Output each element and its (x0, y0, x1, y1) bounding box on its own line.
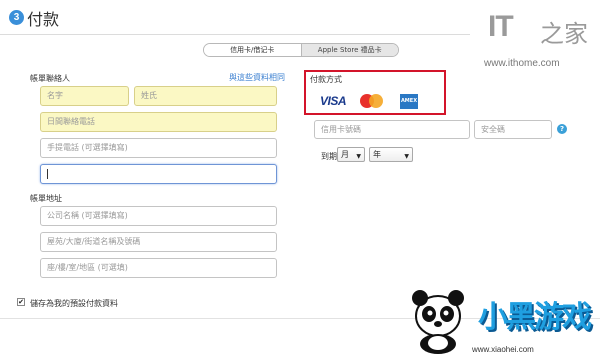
chevron-down-icon: ▼ (356, 153, 361, 160)
ithome-watermark-logo: IT 之家 www.ithome.com (484, 8, 596, 69)
mobile-phone-input[interactable]: 手提電話 (可選擇填寫) (40, 138, 277, 158)
email-input[interactable] (40, 164, 277, 184)
page-title: 付款 (27, 10, 60, 29)
card-number-input[interactable]: 信用卡號碼 (314, 120, 470, 139)
panda-mascot-icon (412, 290, 464, 354)
tab-credit-card[interactable]: 信用卡/借记卡 (204, 44, 301, 56)
save-default-checkbox[interactable]: ✔ (17, 298, 25, 306)
expiry-year-value: 年 (373, 150, 381, 159)
security-code-input[interactable]: 安全碼 (474, 120, 552, 139)
step-number-badge: 3 (9, 10, 24, 25)
xiaohei-watermark: 小黑游戏 www.xiaohei.com (400, 288, 600, 357)
expiry-label: 到期 (321, 152, 337, 161)
ithome-logo-zh: 之家 (540, 20, 588, 48)
ithome-url: www.ithome.com (484, 58, 560, 69)
company-input[interactable]: 公司名稱 (可選擇填寫) (40, 206, 277, 226)
xiaohei-url: www.xiaohei.com (472, 345, 534, 354)
title-divider (0, 34, 470, 35)
expiry-month-select[interactable]: 月 ▼ (337, 147, 365, 162)
text-caret (47, 168, 48, 179)
tab-gift-card[interactable]: Apple Store 禮品卡 (300, 44, 398, 56)
payment-method-label: 付款方式 (310, 75, 342, 84)
ithome-logo-it: IT (488, 10, 514, 43)
amex-icon[interactable]: AMEX (400, 94, 418, 109)
visa-icon[interactable]: VISA (320, 94, 350, 108)
first-name-input[interactable]: 名字 (40, 86, 129, 106)
chevron-down-icon: ▼ (404, 153, 409, 160)
billing-contact-label: 帳單聯絡人 (30, 74, 70, 83)
help-icon[interactable]: ? (557, 124, 567, 134)
xiaohei-title: 小黑游戏 (478, 300, 592, 335)
day-phone-input[interactable]: 日間聯絡電話 (40, 112, 277, 132)
same-as-shipping-link[interactable]: 與這些資料相同 (229, 72, 285, 83)
mastercard-orange-circle (369, 94, 383, 108)
street-input[interactable]: 屋苑/大廈/街道名稱及號碼 (40, 232, 277, 252)
save-default-label: 儲存為我的預設付款資料 (30, 299, 118, 308)
billing-address-label: 帳單地址 (30, 194, 62, 203)
expiry-year-select[interactable]: 年 ▼ (369, 147, 413, 162)
floor-district-input[interactable]: 座/樓/室/地區 (可選填) (40, 258, 277, 278)
last-name-input[interactable]: 姓氏 (134, 86, 277, 106)
mastercard-icon[interactable] (360, 94, 383, 109)
expiry-month-value: 月 (341, 150, 349, 159)
payment-type-tabs: 信用卡/借记卡 Apple Store 禮品卡 (203, 43, 399, 57)
